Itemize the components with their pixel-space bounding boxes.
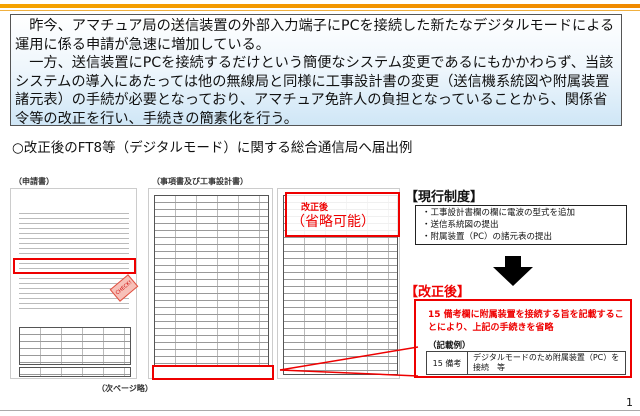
matters-form-thumbnail xyxy=(148,188,273,379)
example-row-text: デジタルモードのため附属装置（PC）を接続 等 xyxy=(473,353,620,372)
footer-divider xyxy=(0,410,640,411)
revised-description: 15 備考欄に附属装置を接続する旨を記載することにより、上記の手続きを省略 xyxy=(428,310,624,333)
header-bar xyxy=(0,4,640,8)
matters-table xyxy=(154,195,269,367)
current-system-title: 【現行制度】 xyxy=(405,190,484,205)
example-table: 15 備考 デジタルモードのため附属装置（PC）を接続 等 xyxy=(426,351,626,375)
current-system-box: ・工事設計書欄の欄に電波の型式を追加 ・送信系統図の提出 ・附属装置（PC）の諸… xyxy=(415,205,627,245)
section-heading: ○改正後のFT8等（デジタルモード）に関する総合通信局へ届出例 xyxy=(12,140,413,156)
revised-box: 15 備考欄に附属装置を接続する旨を記載することにより、上記の手続きを省略 （記… xyxy=(414,299,632,378)
current-item: ・工事設計書欄の欄に電波の型式を追加 xyxy=(422,208,576,218)
example-row-head: 15 備考 xyxy=(427,352,468,374)
matters-label: （事項書及び工事設計書） xyxy=(152,177,248,186)
next-page-note: （次ページ略） xyxy=(97,384,153,393)
application-label: （申請書） xyxy=(14,177,54,186)
page-number: 1 xyxy=(626,396,633,409)
intro-paragraph-2: 一方、送信装置にPCを接続するだけという簡便なシステム変更であるにもかかわらず、… xyxy=(15,55,614,127)
current-item: ・送信系統図の提出 xyxy=(422,220,499,230)
revised-title: 【改正後】 xyxy=(405,285,471,300)
intro-paragraph-1: 昨今、アマチュア局の送信装置の外部入力端子にPCを接続した新たなデジタルモードに… xyxy=(15,18,615,53)
down-arrow-icon xyxy=(493,256,533,286)
form-table xyxy=(19,327,131,365)
form-table-2 xyxy=(19,367,131,377)
omittable-label: （省略可能） xyxy=(291,214,375,230)
example-label: （記載例） xyxy=(428,341,471,351)
header-divider xyxy=(0,10,640,11)
intro-box: 昨今、アマチュア局の送信装置の外部入力端子にPCを接続した新たなデジタルモードに… xyxy=(10,14,622,127)
current-item: ・附属装置（PC）の諸元表の提出 xyxy=(422,232,553,242)
highlight-box xyxy=(13,258,136,274)
remarks-highlight xyxy=(152,365,274,380)
omittable-box: 改正後 （省略可能） xyxy=(285,192,400,237)
callout-lines xyxy=(279,346,419,377)
